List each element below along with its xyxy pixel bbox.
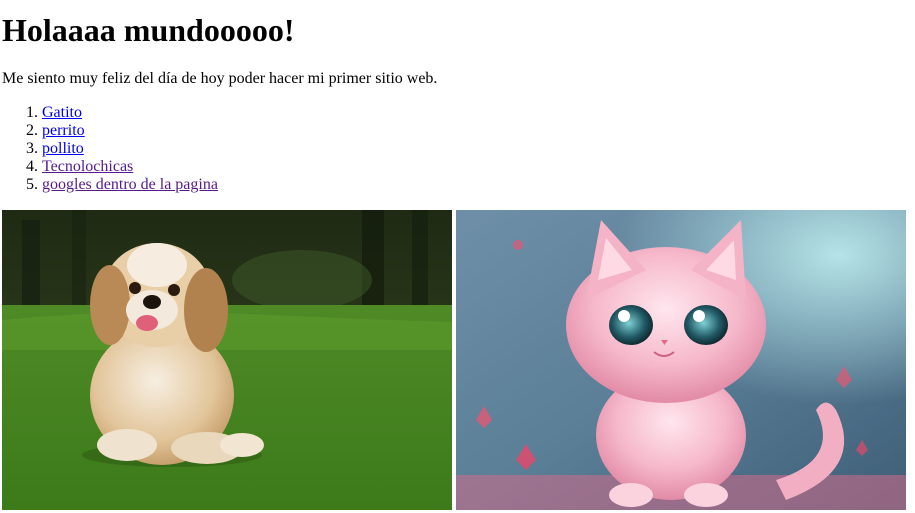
list-item: Gatito bbox=[42, 104, 218, 122]
link-gatito[interactable]: Gatito bbox=[42, 104, 82, 121]
puppy-image bbox=[2, 210, 452, 510]
link-pollito[interactable]: pollito bbox=[42, 140, 84, 157]
list-item: pollito bbox=[42, 140, 218, 158]
list-item: Tecnolochicas bbox=[42, 158, 218, 176]
links-list: Gatito perrito pollito Tecnolochicas goo… bbox=[2, 104, 218, 194]
link-perrito[interactable]: perrito bbox=[42, 122, 85, 139]
web-page: Holaaaa mundooooo! Me siento muy feliz d… bbox=[0, 0, 915, 513]
intro-paragraph: Me siento muy feliz del día de hoy poder… bbox=[2, 70, 438, 87]
link-tecnolochicas[interactable]: Tecnolochicas bbox=[42, 158, 133, 175]
kitten-image bbox=[456, 210, 906, 510]
page-heading: Holaaaa mundooooo! bbox=[2, 12, 295, 48]
list-item: perrito bbox=[42, 122, 218, 140]
list-item: googles dentro de la pagina bbox=[42, 176, 218, 194]
link-googles[interactable]: googles dentro de la pagina bbox=[42, 176, 218, 193]
